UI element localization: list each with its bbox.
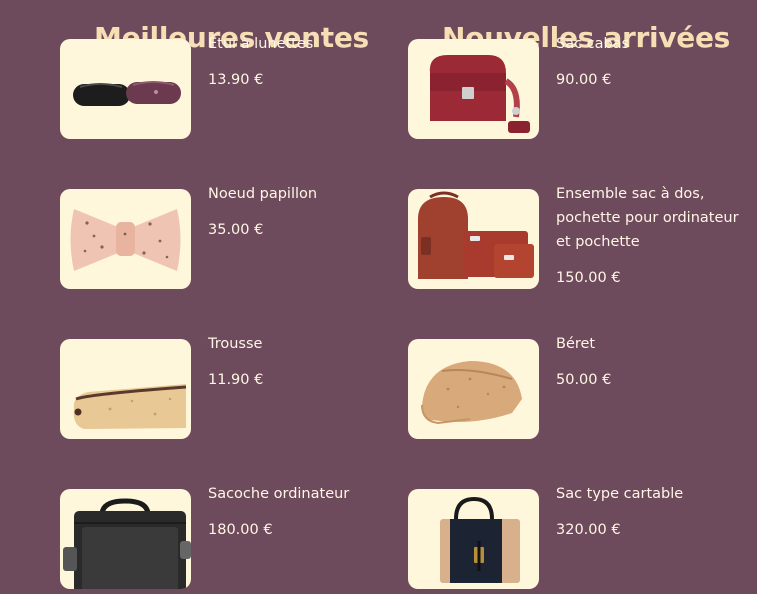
product-name[interactable]: Béret: [556, 332, 746, 356]
product-image-bow-tie[interactable]: [60, 189, 191, 289]
product-image-glasses-case[interactable]: [60, 39, 191, 139]
product-price: 35.00 €: [208, 222, 264, 238]
product-image-satchel[interactable]: [408, 489, 539, 589]
product-name[interactable]: Sac type cartable: [556, 482, 746, 506]
product-name[interactable]: Étui à lunettes: [208, 32, 398, 56]
product-image-pencil-case[interactable]: [60, 339, 191, 439]
product-price: 320.00 €: [556, 522, 621, 538]
product-price: 13.90 €: [208, 72, 264, 88]
product-price: 180.00 €: [208, 522, 273, 538]
product-image-laptop-bag[interactable]: [60, 489, 191, 589]
product-name[interactable]: Ensemble sac à dos, pochette pour ordina…: [556, 182, 746, 254]
product-image-tote-bag[interactable]: [408, 39, 539, 139]
product-price: 90.00 €: [556, 72, 612, 88]
product-price: 150.00 €: [556, 270, 621, 286]
product-image-backpack-set[interactable]: [408, 189, 539, 289]
product-price: 11.90 €: [208, 372, 264, 388]
product-name[interactable]: Trousse: [208, 332, 398, 356]
product-image-beret[interactable]: [408, 339, 539, 439]
product-name[interactable]: Sacoche ordinateur: [208, 482, 398, 506]
product-price: 50.00 €: [556, 372, 612, 388]
product-name[interactable]: Noeud papillon: [208, 182, 398, 206]
product-name[interactable]: Sac cabas: [556, 32, 746, 56]
